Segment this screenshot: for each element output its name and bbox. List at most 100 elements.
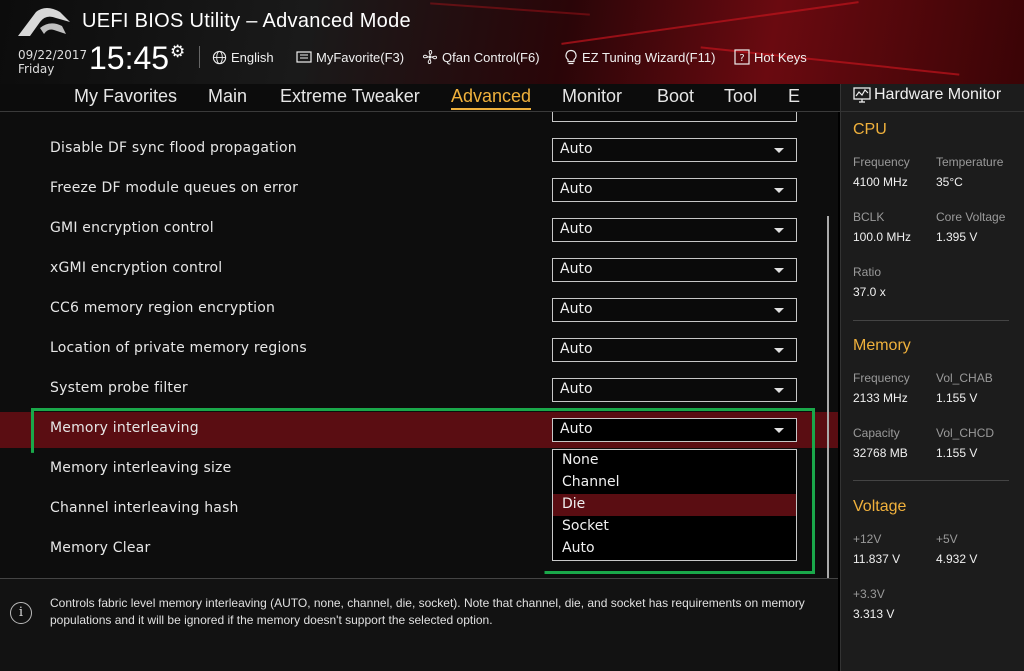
hardware-monitor-title: Hardware Monitor: [853, 86, 1001, 104]
voltage-heading: Voltage: [853, 498, 907, 515]
cpu-temperature-value: 35°C: [936, 175, 963, 189]
vol-chab-label: Vol_CHAB: [936, 371, 993, 385]
memory-heading: Memory: [853, 337, 911, 354]
chevron-down-icon: [774, 388, 784, 393]
fan-icon: [422, 49, 438, 65]
setting-label: Memory interleaving size: [50, 460, 232, 476]
option-channel[interactable]: Channel: [553, 472, 796, 494]
setting-dropdown[interactable]: Auto: [552, 338, 797, 362]
tab-monitor[interactable]: Monitor: [562, 86, 622, 107]
setting-dropdown[interactable]: Auto: [552, 258, 797, 282]
tab-boot[interactable]: Boot: [657, 86, 694, 107]
v33-value: 3.313 V: [853, 607, 895, 621]
dropdown-value: Auto: [560, 221, 593, 237]
vol-chcd-label: Vol_CHCD: [936, 426, 995, 440]
option-socket[interactable]: Socket: [553, 516, 796, 538]
option-label: Socket: [562, 518, 609, 534]
setting-dropdown[interactable]: Auto: [552, 378, 797, 402]
favorite-icon: [296, 51, 312, 63]
vol-chab-value: 1.155 V: [936, 391, 978, 405]
gear-icon[interactable]: ⚙: [170, 42, 185, 62]
setting-dropdown[interactable]: Auto: [552, 298, 797, 322]
setting-row[interactable]: CC6 memory region encryption Auto: [0, 292, 838, 328]
tab-exit-partial[interactable]: E: [788, 86, 800, 107]
myfavorite-button[interactable]: MyFavorite(F3): [296, 47, 404, 67]
app-title: UEFI BIOS Utility – Advanced Mode: [82, 10, 411, 32]
memory-interleaving-dropdown[interactable]: Auto: [552, 418, 797, 442]
hardware-monitor-panel: Hardware Monitor CPU Frequency 4100 MHz …: [840, 84, 1024, 671]
dropdown-options-list: None Channel Die Socket Auto: [552, 449, 797, 561]
tab-tool[interactable]: Tool: [724, 86, 757, 107]
setting-row[interactable]: System probe filter Auto: [0, 372, 838, 408]
setting-row[interactable]: GMI encryption control Auto: [0, 212, 838, 248]
cpu-heading: CPU: [853, 121, 887, 138]
chevron-down-icon: [774, 268, 784, 273]
info-icon: i: [10, 602, 32, 624]
dropdown-value: Auto: [560, 141, 593, 157]
dropdown-value: Auto: [560, 421, 593, 437]
option-label: Channel: [562, 474, 620, 490]
bulb-icon: [565, 49, 577, 65]
hot-keys-label: Hot Keys: [754, 49, 807, 65]
ez-tuning-label: EZ Tuning Wizard(F11): [582, 49, 716, 65]
option-none[interactable]: None: [553, 450, 796, 472]
setting-dropdown[interactable]: Auto: [552, 138, 797, 162]
tab-advanced[interactable]: Advanced: [451, 86, 532, 110]
day-label: Friday: [18, 62, 55, 76]
bclk-value: 100.0 MHz: [853, 230, 912, 244]
option-auto[interactable]: Auto: [553, 538, 796, 560]
tab-my-favorites[interactable]: My Favorites: [74, 86, 177, 107]
section-divider: [853, 480, 1009, 481]
cpu-frequency-label: Frequency: [853, 155, 910, 169]
setting-row-memory-interleaving[interactable]: Memory interleaving Auto: [0, 412, 838, 448]
language-button[interactable]: English: [212, 47, 274, 67]
rog-logo: [18, 8, 70, 36]
chevron-down-icon: [774, 348, 784, 353]
qfan-control-button[interactable]: Qfan Control(F6): [422, 47, 540, 67]
setting-label: CC6 memory region encryption: [50, 300, 276, 316]
option-die[interactable]: Die: [553, 494, 796, 516]
tab-extreme-tweaker[interactable]: Extreme Tweaker: [280, 86, 420, 107]
main-tabs: My Favorites Main Extreme Tweaker Advanc…: [0, 84, 840, 112]
ez-tuning-wizard-button[interactable]: EZ Tuning Wizard(F11): [564, 47, 715, 67]
chevron-down-icon: [774, 308, 784, 313]
dropdown-value: Auto: [560, 261, 593, 277]
memory-frequency-label: Frequency: [853, 371, 910, 385]
dropdown-value: Auto: [560, 181, 593, 197]
scrollbar[interactable]: [827, 216, 829, 578]
setting-label: Memory Clear: [50, 540, 151, 556]
capacity-value: 32768 MB: [853, 446, 908, 460]
qfan-label: Qfan Control(F6): [442, 49, 540, 65]
hardware-monitor-label: Hardware Monitor: [874, 86, 1002, 103]
chevron-down-icon: [774, 228, 784, 233]
clock: 15:45: [89, 40, 170, 76]
cpu-frequency-value: 4100 MHz: [853, 175, 908, 189]
chevron-down-icon: [774, 148, 784, 153]
setting-row[interactable]: xGMI encryption control Auto: [0, 252, 838, 288]
partial-dropdown[interactable]: [552, 112, 797, 122]
setting-row[interactable]: Disable DF sync flood propagation Auto: [0, 132, 838, 168]
tab-main[interactable]: Main: [208, 86, 247, 107]
myfavorite-label: MyFavorite(F3): [316, 49, 405, 65]
ratio-label: Ratio: [853, 265, 882, 279]
setting-label: xGMI encryption control: [50, 260, 223, 276]
hot-keys-button[interactable]: ? Hot Keys: [734, 47, 807, 67]
setting-row[interactable]: Freeze DF module queues on error Auto: [0, 172, 838, 208]
setting-dropdown[interactable]: Auto: [552, 218, 797, 242]
v33-label: +3.3V: [853, 587, 885, 601]
help-text: Controls fabric level memory interleavin…: [50, 596, 805, 627]
date-label: 09/22/2017: [18, 48, 88, 62]
v12-value: 11.837 V: [853, 552, 901, 566]
option-label: Auto: [562, 540, 595, 556]
setting-dropdown[interactable]: Auto: [552, 178, 797, 202]
setting-label: Memory interleaving: [50, 420, 199, 436]
monitor-icon: [853, 87, 871, 103]
help-panel: i Controls fabric level memory interleav…: [0, 579, 838, 671]
setting-label: Location of private memory regions: [50, 340, 307, 356]
v5-value: 4.932 V: [936, 552, 978, 566]
setting-label: GMI encryption control: [50, 220, 214, 236]
bclk-label: BCLK: [853, 210, 885, 224]
ratio-value: 37.0 x: [853, 285, 886, 299]
section-divider: [853, 320, 1009, 321]
setting-row[interactable]: Location of private memory regions Auto: [0, 332, 838, 368]
